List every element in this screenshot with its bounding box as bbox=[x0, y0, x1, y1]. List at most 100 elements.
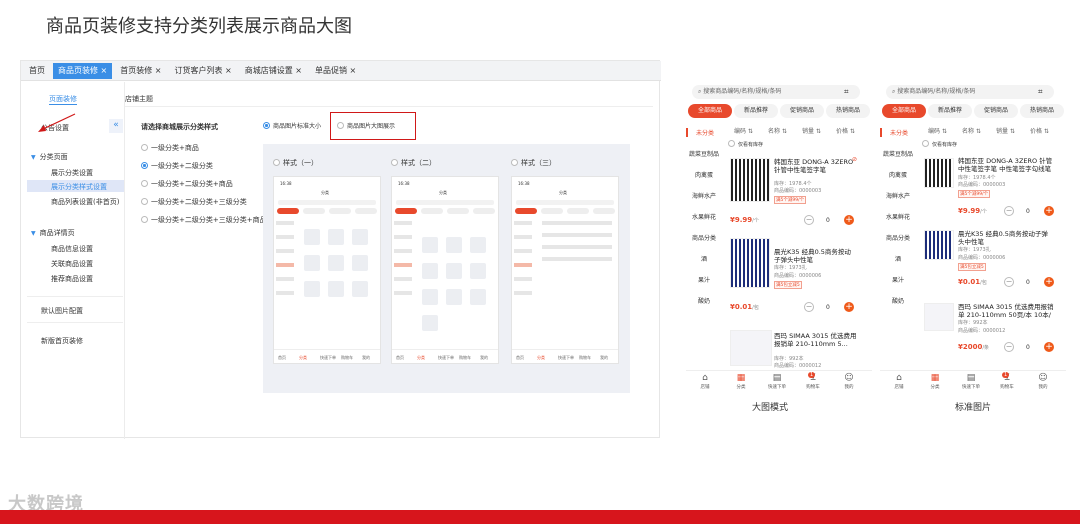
sidebar-item-product-info[interactable]: 商品信息设置 bbox=[51, 244, 93, 254]
nav-2[interactable]: ▤ 快速下单 bbox=[762, 373, 792, 390]
option-2[interactable]: 一级分类+二级分类 bbox=[141, 161, 213, 171]
category-item[interactable]: 果汁 bbox=[880, 275, 916, 284]
option-3[interactable]: 一级分类+二级分类+商品 bbox=[141, 179, 233, 189]
collapse-icon[interactable]: « bbox=[109, 119, 123, 133]
sidebar-group-detail[interactable]: 商品详情页 bbox=[31, 228, 75, 238]
tab-home-decor[interactable]: 首页装修 × bbox=[115, 63, 166, 79]
product-name[interactable]: 晨光K35 经典0.5商务按动子弹头中性笔 bbox=[774, 248, 856, 264]
category-item[interactable]: 未分类 bbox=[880, 128, 916, 137]
nav-4[interactable]: ☺ 我的 bbox=[1028, 373, 1058, 390]
minus-button[interactable]: − bbox=[1004, 342, 1014, 352]
nav-4[interactable]: ☺ 我的 bbox=[834, 373, 864, 390]
category-item[interactable]: 酒 bbox=[880, 254, 916, 263]
category-item[interactable]: 果汁 bbox=[686, 275, 722, 284]
category-item[interactable]: 酸奶 bbox=[880, 296, 916, 305]
option-1[interactable]: 一级分类+商品 bbox=[141, 143, 199, 153]
tab-customers[interactable]: 订货客户列表 × bbox=[170, 63, 237, 79]
sidebar-item-related[interactable]: 关联商品设置 bbox=[51, 259, 93, 269]
category-item[interactable]: 酸奶 bbox=[686, 296, 722, 305]
sort-3[interactable]: 价格 ⇅ bbox=[836, 126, 855, 135]
sidebar-item-default-image[interactable]: 默认图片配置 bbox=[41, 306, 83, 316]
product-image[interactable] bbox=[924, 230, 954, 260]
product-image[interactable] bbox=[730, 158, 770, 202]
product-image[interactable] bbox=[730, 238, 770, 288]
sidebar-item-show-category[interactable]: 展示分类设置 bbox=[51, 168, 93, 178]
nav-2[interactable]: ▤ 快速下单 bbox=[956, 373, 986, 390]
sort-1[interactable]: 名称 ⇅ bbox=[962, 126, 981, 135]
sort-0[interactable]: 编码 ⇅ bbox=[928, 126, 947, 135]
style-option-1[interactable]: 样式（一） bbox=[273, 158, 318, 168]
tab-new[interactable]: 新品推荐 bbox=[928, 104, 972, 118]
tab-all[interactable]: 全部商品 bbox=[688, 104, 732, 118]
tab-shop-settings[interactable]: 商城店铺设置 × bbox=[240, 63, 307, 79]
category-item[interactable]: 酒 bbox=[686, 254, 722, 263]
quantity[interactable]: 0 bbox=[1026, 208, 1030, 215]
category-item[interactable]: 蔬菜豆制品 bbox=[880, 149, 916, 158]
category-item[interactable]: 商品分类 bbox=[686, 233, 722, 242]
option-4[interactable]: 一级分类+二级分类+三级分类 bbox=[141, 197, 247, 207]
plus-button[interactable]: + bbox=[844, 215, 854, 225]
style-option-2[interactable]: 样式（二） bbox=[391, 158, 436, 168]
quantity[interactable]: 0 bbox=[826, 304, 830, 311]
nav-1[interactable]: ▦ 分类 bbox=[920, 373, 950, 390]
category-item[interactable]: 水果鲜花 bbox=[880, 212, 916, 221]
quantity[interactable]: 0 bbox=[1026, 279, 1030, 286]
sort-0[interactable]: 编码 ⇅ bbox=[734, 126, 753, 135]
style-option-3[interactable]: 样式（三） bbox=[511, 158, 556, 168]
nav-0[interactable]: ⌂ 店铺 bbox=[690, 373, 720, 390]
minus-button[interactable]: − bbox=[804, 302, 814, 312]
plus-button[interactable]: + bbox=[1044, 342, 1054, 352]
tab-home[interactable]: 首页 bbox=[24, 63, 50, 79]
category-item[interactable]: 未分类 bbox=[686, 128, 722, 137]
sidebar-item-new-home[interactable]: 新版首页装修 bbox=[41, 336, 83, 346]
product-image[interactable] bbox=[730, 330, 772, 366]
product-name[interactable]: 晨光K35 经典0.5商务按动子弹头中性笔 bbox=[958, 230, 1054, 246]
plus-button[interactable]: + bbox=[1044, 206, 1054, 216]
scan-icon[interactable]: ⌗ bbox=[844, 87, 849, 97]
product-name[interactable]: 韩国东亚 DONG-A 3ZERO 针管中性笔签字笔 中性笔签字勾线笔 0.38 bbox=[958, 157, 1054, 173]
search-input[interactable]: ⌕ 搜索商品编码/名称/规格/条码 bbox=[886, 85, 1054, 99]
sidebar-item-product-list[interactable]: 商品列表设置(非首页) bbox=[51, 197, 119, 207]
tab-all[interactable]: 全部商品 bbox=[882, 104, 926, 118]
sidebar-item-recommend[interactable]: 推荐商品设置 bbox=[51, 274, 93, 284]
scan-icon[interactable]: ⌗ bbox=[1038, 87, 1043, 97]
option-5[interactable]: 一级分类+二级分类+三级分类+商品 bbox=[141, 215, 267, 225]
minus-button[interactable]: − bbox=[1004, 277, 1014, 287]
category-item[interactable]: 肉禽蛋 bbox=[686, 170, 722, 179]
tab-promotion[interactable]: 单品促销 × bbox=[310, 63, 361, 79]
quantity[interactable]: 0 bbox=[1026, 344, 1030, 351]
tab-hot[interactable]: 热销商品 bbox=[1020, 104, 1064, 118]
tab-product-page-decor[interactable]: 商品页装修 × bbox=[53, 62, 113, 79]
category-item[interactable]: 水果鲜花 bbox=[686, 212, 722, 221]
nav-1[interactable]: ▦ 分类 bbox=[726, 373, 756, 390]
minus-button[interactable]: − bbox=[804, 215, 814, 225]
plus-button[interactable]: + bbox=[1044, 277, 1054, 287]
plus-button[interactable]: + bbox=[844, 302, 854, 312]
favorite-icon[interactable]: ⊘ bbox=[852, 156, 857, 163]
tab-new[interactable]: 新品推荐 bbox=[734, 104, 778, 118]
sort-2[interactable]: 销量 ⇅ bbox=[996, 126, 1015, 135]
sidebar-item-category-style[interactable]: 展示分类样式设置 bbox=[51, 182, 107, 192]
stock-filter[interactable]: 仅看有库存 bbox=[728, 140, 763, 148]
sort-1[interactable]: 名称 ⇅ bbox=[768, 126, 787, 135]
product-image[interactable] bbox=[924, 158, 954, 188]
sort-2[interactable]: 销量 ⇅ bbox=[802, 126, 821, 135]
tab-promo[interactable]: 促销商品 bbox=[974, 104, 1018, 118]
sidebar-group-category[interactable]: 分类页面 bbox=[31, 152, 68, 162]
tab-hot[interactable]: 热销商品 bbox=[826, 104, 870, 118]
category-item[interactable]: 商品分类 bbox=[880, 233, 916, 242]
product-name[interactable]: 韩国东亚 DONG-A 3ZERO 针管中性笔签字笔 bbox=[774, 158, 860, 182]
product-image[interactable] bbox=[924, 303, 954, 331]
category-item[interactable]: 蔬菜豆制品 bbox=[686, 149, 722, 158]
category-item[interactable]: 肉禽蛋 bbox=[880, 170, 916, 179]
nav-0[interactable]: ⌂ 店铺 bbox=[884, 373, 914, 390]
product-name[interactable]: 西玛 SIMAA 3015 优选费用报销单 210-110mm 5... bbox=[774, 332, 860, 356]
image-large-option[interactable]: 商品图片大图展示 bbox=[337, 121, 395, 130]
category-item[interactable]: 海鲜水产 bbox=[880, 191, 916, 200]
tab-promo[interactable]: 促销商品 bbox=[780, 104, 824, 118]
image-standard-option[interactable]: 商品图片标准大小 bbox=[263, 121, 321, 130]
search-input[interactable]: ⌕ 搜索商品编码/名称/规格/条码 bbox=[692, 85, 860, 99]
minus-button[interactable]: − bbox=[1004, 206, 1014, 216]
sidebar-tab-page-decor[interactable]: 页面装修 bbox=[49, 94, 77, 104]
category-item[interactable]: 海鲜水产 bbox=[686, 191, 722, 200]
